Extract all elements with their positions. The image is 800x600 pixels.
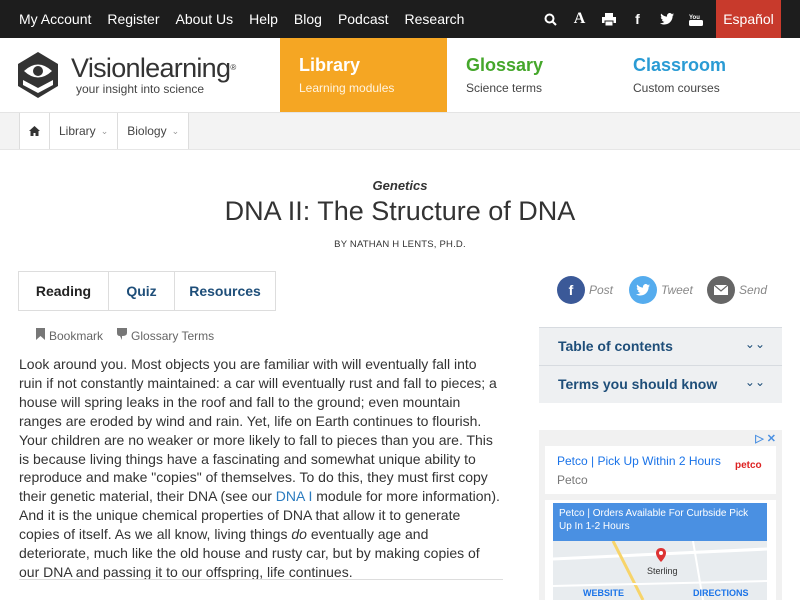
advertiser-logo: petco — [735, 460, 762, 471]
glossary-terms-button[interactable]: Glossary Terms — [117, 328, 214, 343]
ad-card[interactable]: Petco | Pick Up Within 2 Hours Petco pet… — [545, 446, 776, 494]
module-category[interactable]: Genetics — [0, 178, 800, 193]
share-email-button[interactable]: Send — [707, 276, 767, 304]
accordion-terms-you-should-know[interactable]: Terms you should know ⌄⌄ — [539, 365, 782, 403]
nav-tile-subtitle: Custom courses — [633, 81, 720, 95]
ad-card[interactable]: Petco | Orders Available For Curbside Pi… — [545, 500, 776, 600]
ad-map[interactable]: Sterling WEBSITE DIRECTIONS — [553, 541, 767, 600]
nav-tile-title: Glossary — [466, 55, 544, 75]
dna-i-link[interactable]: DNA I — [276, 488, 313, 504]
home-icon[interactable] — [20, 113, 50, 149]
facebook-icon: f — [557, 276, 585, 304]
share-twitter-button[interactable]: Tweet — [629, 276, 693, 304]
ad-choices-icon[interactable]: ▷ ✕ — [755, 432, 776, 445]
breadcrumb-biology[interactable]: Biology ⌄ — [118, 113, 190, 149]
top-icons: A f You — [536, 0, 710, 38]
tab-reading[interactable]: Reading — [19, 272, 109, 310]
youtube-icon[interactable]: You — [681, 13, 710, 26]
ad-website-button[interactable]: WEBSITE — [583, 588, 624, 598]
nav-research[interactable]: Research — [405, 0, 465, 38]
chevron-down-icon: ⌄ — [171, 125, 180, 136]
page-title: DNA II: The Structure of DNA — [224, 196, 576, 226]
double-chevron-down-icon: ⌄⌄ — [744, 337, 765, 351]
accordion-table-of-contents[interactable]: Table of contents ⌄⌄ — [539, 327, 782, 365]
ad-headline[interactable]: Petco | Orders Available For Curbside Pi… — [553, 503, 767, 541]
divider — [19, 579, 503, 580]
brand-tagline: your insight into science — [76, 82, 205, 96]
search-icon[interactable] — [536, 13, 565, 26]
language-button[interactable]: Español — [716, 0, 781, 38]
breadcrumb-library[interactable]: Library ⌄ — [50, 113, 119, 149]
tab-resources[interactable]: Resources — [175, 272, 275, 310]
share-facebook-button[interactable]: f Post — [557, 276, 613, 304]
nav-blog[interactable]: Blog — [294, 0, 322, 38]
breadcrumb-bar: Library ⌄ Biology ⌄ — [0, 113, 800, 150]
article-tools: Bookmark Glossary Terms — [36, 328, 214, 343]
glossary-icon — [117, 328, 128, 343]
nav-about-us[interactable]: About Us — [176, 0, 234, 38]
bookmark-icon — [36, 328, 45, 343]
nav-tile-glossary[interactable]: Glossary Science terms — [447, 38, 614, 112]
ad-advertiser: Petco — [557, 473, 588, 487]
twitter-icon — [629, 276, 657, 304]
map-pin-icon — [656, 548, 666, 565]
double-chevron-down-icon: ⌄⌄ — [744, 375, 765, 389]
breadcrumb: Library ⌄ Biology ⌄ — [19, 113, 190, 149]
advertisement[interactable]: ▷ ✕ Petco | Pick Up Within 2 Hours Petco… — [539, 430, 782, 600]
tab-quiz[interactable]: Quiz — [109, 272, 175, 310]
author-byline: BY NATHAN H LENTS, PH.D. — [334, 239, 466, 250]
brand-name[interactable]: Visionlearning® — [71, 53, 236, 83]
twitter-icon[interactable] — [652, 13, 681, 25]
text-size-icon[interactable]: A — [565, 10, 594, 28]
top-nav: My Account Register About Us Help Blog P… — [19, 0, 480, 38]
site-header: Visionlearning® your insight into scienc… — [0, 38, 800, 113]
nav-my-account[interactable]: My Account — [19, 0, 91, 38]
print-icon[interactable] — [594, 12, 623, 26]
nav-tile-classroom[interactable]: Classroom Custom courses — [614, 38, 800, 112]
ad-directions-button[interactable]: DIRECTIONS — [693, 588, 749, 598]
nav-tile-library[interactable]: Library Learning modules — [280, 38, 447, 112]
ad-headline[interactable]: Petco | Pick Up Within 2 Hours — [557, 454, 721, 468]
visionlearning-logo-icon[interactable] — [18, 52, 58, 98]
chevron-down-icon: ⌄ — [100, 125, 109, 136]
map-city-label: Sterling — [647, 566, 678, 576]
nav-podcast[interactable]: Podcast — [338, 0, 389, 38]
bookmark-button[interactable]: Bookmark — [36, 328, 103, 343]
email-icon — [707, 276, 735, 304]
nav-tile-title: Classroom — [633, 55, 727, 75]
module-tabs: Reading Quiz Resources — [18, 271, 276, 311]
nav-tile-subtitle: Learning modules — [299, 81, 395, 95]
top-bar: My Account Register About Us Help Blog P… — [0, 0, 800, 38]
nav-register[interactable]: Register — [107, 0, 159, 38]
nav-tile-title: Library — [299, 55, 361, 75]
nav-help[interactable]: Help — [249, 0, 278, 38]
article-body: Look around you. Most objects you are fa… — [19, 356, 500, 580]
nav-tile-subtitle: Science terms — [466, 81, 543, 95]
facebook-icon[interactable]: f — [623, 11, 652, 27]
